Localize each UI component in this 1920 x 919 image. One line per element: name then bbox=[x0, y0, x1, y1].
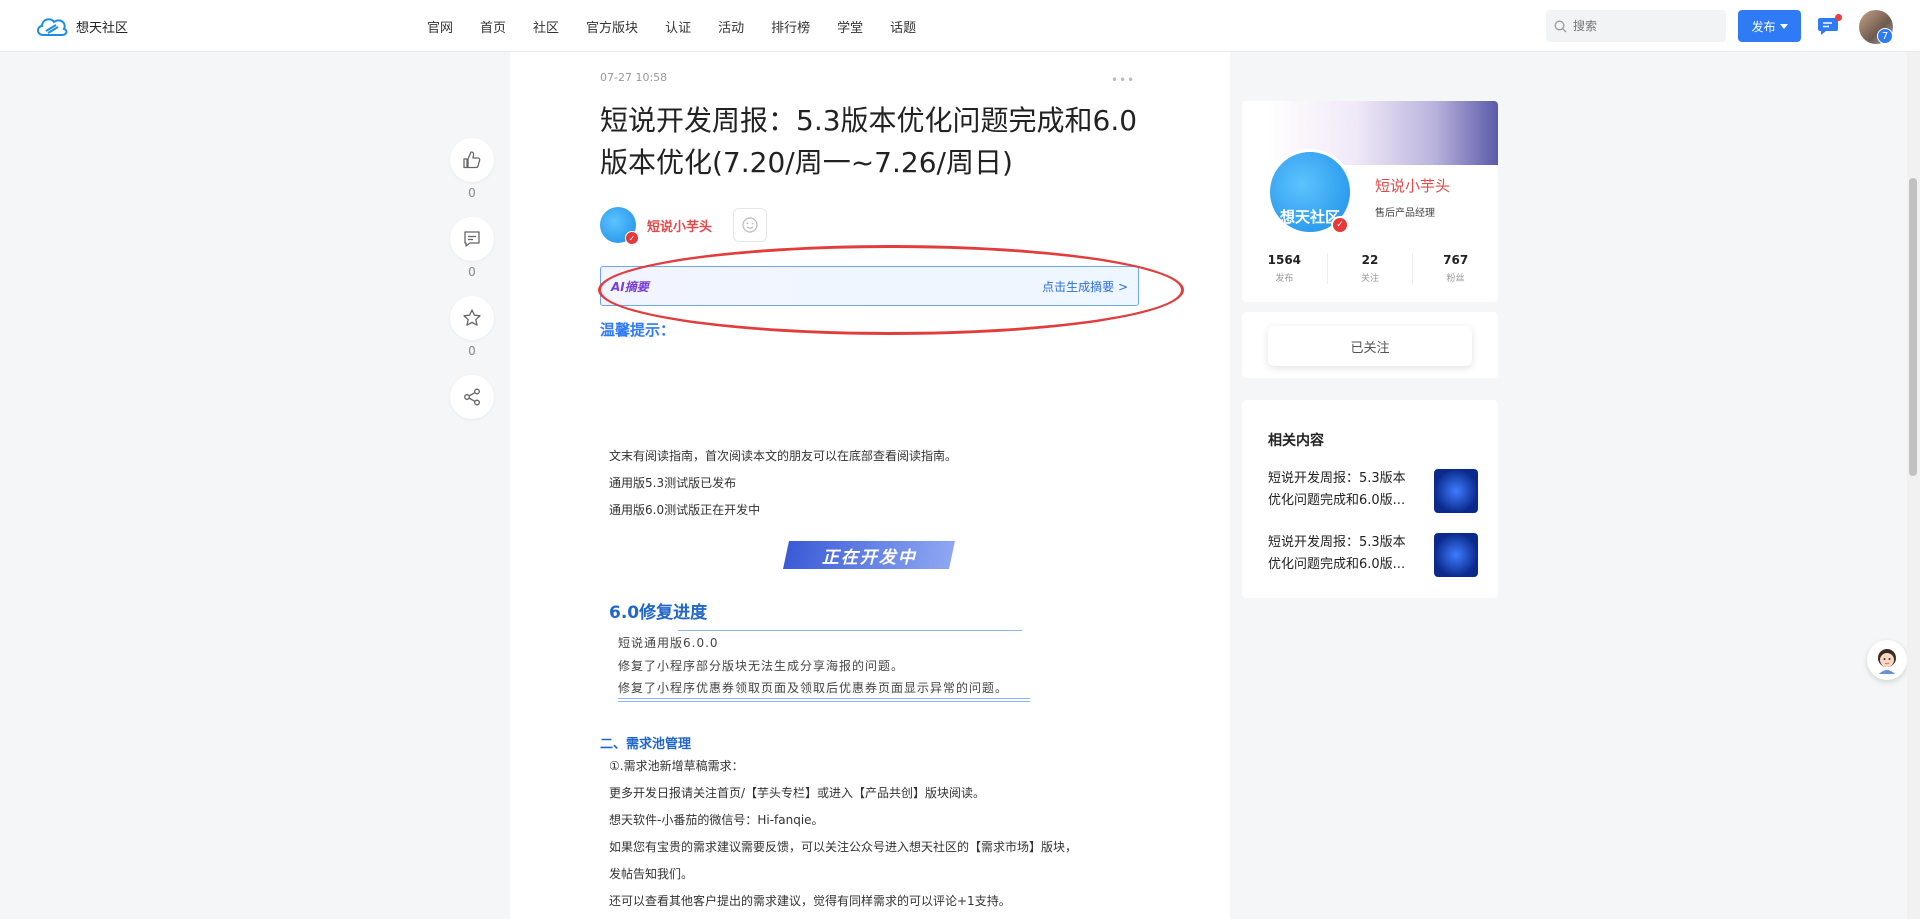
banner-text: 正在开发中 bbox=[821, 547, 917, 568]
related-title: 相关内容 bbox=[1268, 433, 1324, 449]
share-button[interactable] bbox=[450, 375, 494, 419]
assistant-avatar-button[interactable] bbox=[1867, 640, 1907, 680]
stat-label: 发布 bbox=[1275, 274, 1294, 284]
smiley-icon bbox=[742, 217, 758, 233]
related-item-title: 短说开发周报：5.3版本 优化问题完成和6.0版... bbox=[1268, 532, 1423, 576]
stat-number: 767 bbox=[1443, 253, 1469, 267]
main-nav: 官网 首页 社区 官方版块 认证 活动 排行榜 学堂 话题 bbox=[427, 0, 943, 52]
stat-number: 1564 bbox=[1267, 253, 1302, 267]
user-level-badge: 7 bbox=[1877, 28, 1893, 44]
related-content: 相关内容 短说开发周报：5.3版本 优化问题完成和6.0版... 短说开发周报：… bbox=[1242, 400, 1498, 598]
fix-progress-heading: 6.0修复进度 bbox=[609, 603, 708, 623]
author-profile-card: 想天社区 ✓ 短说小芋头 售后产品经理 1564 发布 22 关注 767 粉丝 bbox=[1242, 101, 1498, 302]
related-item[interactable]: 短说开发周报：5.3版本 优化问题完成和6.0版... bbox=[1268, 532, 1478, 577]
star-icon bbox=[463, 309, 481, 326]
author-row: ✓ 短说小芋头 bbox=[600, 207, 768, 245]
profile-stats: 1564 发布 22 关注 767 粉丝 bbox=[1242, 253, 1498, 284]
nav-item-events[interactable]: 活动 bbox=[718, 17, 744, 36]
stat-label: 关注 bbox=[1361, 274, 1380, 284]
ai-summary-box: AI摘要 点击生成摘要 > bbox=[600, 266, 1139, 306]
related-thumbnail bbox=[1434, 469, 1478, 513]
req-line: 想天软件-小番茄的微信号：Hi-fanqie。 bbox=[609, 813, 824, 827]
verified-icon: ✓ bbox=[625, 231, 639, 245]
comment-icon bbox=[464, 231, 480, 247]
followed-button[interactable]: 已关注 bbox=[1268, 326, 1472, 366]
stat-number: 22 bbox=[1361, 253, 1379, 267]
nav-item-academy[interactable]: 学堂 bbox=[837, 17, 863, 36]
heading-divider bbox=[678, 630, 1022, 631]
notification-dot bbox=[1835, 14, 1842, 21]
stat-posts[interactable]: 1564 发布 bbox=[1242, 253, 1327, 284]
thumbs-up-icon bbox=[463, 151, 481, 169]
req-line: 发帖告知我们。 bbox=[609, 867, 694, 881]
related-item-title: 短说开发周报：5.3版本 优化问题完成和6.0版... bbox=[1268, 468, 1423, 512]
stat-following[interactable]: 22 关注 bbox=[1326, 253, 1414, 284]
favorite-button[interactable] bbox=[450, 296, 494, 340]
page-scrollbar-thumb[interactable] bbox=[1909, 178, 1917, 476]
search-box[interactable] bbox=[1546, 10, 1726, 42]
fix-underline bbox=[618, 698, 1030, 702]
profile-banner bbox=[1242, 101, 1498, 165]
req-line: 更多开发日报请关注首页/【芋头专栏】或进入【产品共创】版块阅读。 bbox=[609, 786, 986, 800]
profile-name[interactable]: 短说小芋头 bbox=[1375, 175, 1450, 196]
search-input[interactable] bbox=[1573, 19, 1713, 33]
profile-role: 售后产品经理 bbox=[1375, 208, 1435, 219]
related-item[interactable]: 短说开发周报：5.3版本 优化问题完成和6.0版... bbox=[1268, 468, 1478, 513]
fix-line: 修复了小程序部分版块无法生成分享海报的问题。 bbox=[618, 659, 905, 673]
generate-summary-link[interactable]: 点击生成摘要 > bbox=[1042, 278, 1128, 295]
intro-line: 通用版6.0测试版正在开发中 bbox=[609, 503, 761, 517]
share-icon bbox=[464, 388, 480, 406]
like-button[interactable] bbox=[450, 138, 494, 182]
more-options-icon[interactable]: ••• bbox=[1111, 73, 1135, 87]
search-icon bbox=[1554, 20, 1567, 32]
follow-section: 已关注 bbox=[1242, 312, 1498, 378]
article-actions: 0 0 0 bbox=[450, 138, 494, 419]
logo-text: 想天社区 bbox=[76, 20, 129, 36]
nav-item-topics[interactable]: 话题 bbox=[890, 17, 916, 36]
publish-label: 发布 bbox=[1751, 19, 1776, 34]
article-title: 短说开发周报：5.3版本优化问题完成和6.0版本优化(7.20/周一~7.26/… bbox=[600, 104, 1138, 179]
favorite-count: 0 bbox=[468, 344, 476, 358]
publish-button[interactable]: 发布 bbox=[1738, 10, 1801, 42]
caret-down-icon bbox=[1779, 23, 1788, 29]
ai-summary-label: AI摘要 bbox=[611, 279, 649, 294]
stat-followers[interactable]: 767 粉丝 bbox=[1413, 253, 1498, 284]
nav-item-home[interactable]: 首页 bbox=[480, 17, 506, 36]
site-logo[interactable]: 想天社区 bbox=[34, 12, 128, 40]
related-item-line: 优化问题完成和6.0版... bbox=[1268, 493, 1406, 508]
reaction-button[interactable] bbox=[733, 208, 768, 242]
profile-verified-icon: ✓ bbox=[1331, 216, 1349, 234]
related-item-line: 短说开发周报：5.3版本 bbox=[1268, 535, 1406, 550]
requirement-pool-heading: 二、需求池管理 bbox=[600, 737, 692, 752]
assistant-face-icon bbox=[1878, 649, 1896, 674]
nav-item-official[interactable]: 官网 bbox=[427, 17, 453, 36]
intro-line: 通用版5.3测试版已发布 bbox=[609, 476, 737, 490]
nav-item-official-board[interactable]: 官方版块 bbox=[586, 17, 638, 36]
post-time: 07-27 10:58 bbox=[600, 71, 668, 84]
stat-label: 粉丝 bbox=[1446, 274, 1465, 284]
tip-heading: 温馨提示： bbox=[600, 321, 676, 339]
top-navbar: 想天社区 官网 首页 社区 官方版块 认证 活动 排行榜 学堂 话题 发布 7 bbox=[0, 0, 1920, 52]
intro-line: 文末有阅读指南，首次阅读本文的朋友可以在底部查看阅读指南。 bbox=[609, 449, 958, 463]
req-line: ①.需求池新增草稿需求： bbox=[609, 759, 744, 773]
comment-button[interactable] bbox=[450, 217, 494, 261]
in-development-banner: 正在开发中 bbox=[783, 541, 955, 569]
nav-item-certification[interactable]: 认证 bbox=[665, 17, 691, 36]
req-line: 如果您有宝贵的需求建议需要反馈，可以关注公众号进入想天社区的【需求市场】版块， bbox=[609, 840, 1078, 854]
cloud-logo-icon bbox=[37, 18, 68, 36]
comment-count: 0 bbox=[468, 265, 476, 279]
req-line: 还可以查看其他客户提出的需求建议，觉得有同样需求的可以评论+1支持。 bbox=[609, 894, 1011, 908]
author-name[interactable]: 短说小芋头 bbox=[647, 216, 712, 235]
related-item-line: 短说开发周报：5.3版本 bbox=[1268, 471, 1406, 486]
author-avatar[interactable]: ✓ bbox=[600, 207, 639, 245]
nav-item-leaderboard[interactable]: 排行榜 bbox=[771, 17, 810, 36]
article-panel: 07-27 10:58 ••• 短说开发周报：5.3版本优化问题完成和6.0版本… bbox=[510, 52, 1230, 919]
like-count: 0 bbox=[468, 186, 476, 200]
fix-line: 修复了小程序优惠券领取页面及领取后优惠券页面显示异常的问题。 bbox=[618, 681, 1009, 695]
related-item-line: 优化问题完成和6.0版... bbox=[1268, 557, 1406, 572]
nav-item-community[interactable]: 社区 bbox=[533, 17, 559, 36]
fix-line: 短说通用版6.0.0 bbox=[618, 636, 719, 650]
related-thumbnail bbox=[1434, 533, 1478, 577]
